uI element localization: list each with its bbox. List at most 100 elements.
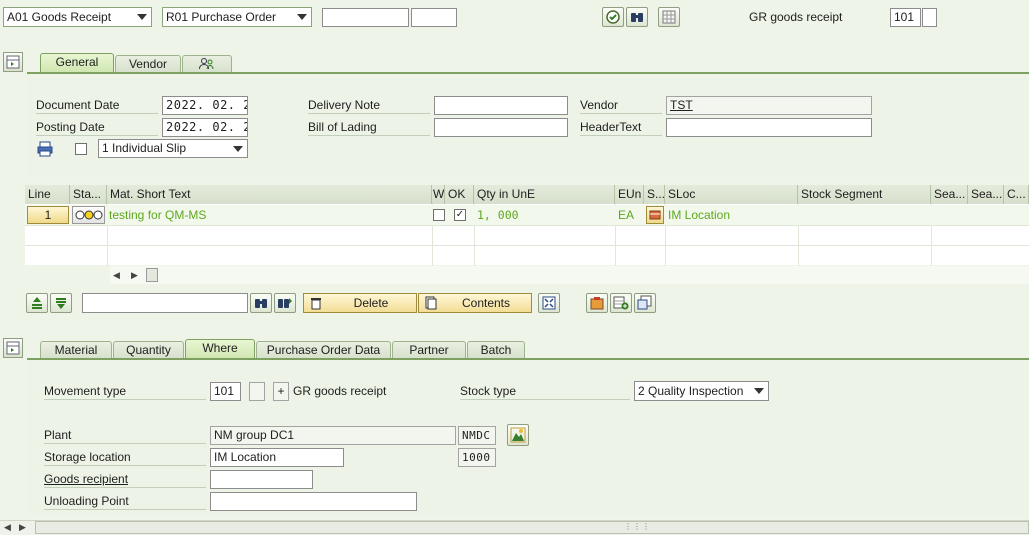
contents-button-label: Contents <box>461 296 511 310</box>
tab-where[interactable]: Where <box>185 339 255 359</box>
select-all-icon <box>32 297 42 309</box>
stock-overview-button[interactable] <box>646 206 664 224</box>
movement-type-label: Movement type <box>44 383 206 400</box>
scroll-left-icon[interactable]: ◀ <box>4 522 11 533</box>
collapse-header-button[interactable] <box>3 52 23 72</box>
column-header-c[interactable]: C... <box>1004 185 1029 204</box>
tab-batch[interactable]: Batch <box>467 341 525 359</box>
action-select[interactable]: A01 Goods Receipt <box>3 7 152 27</box>
movement-code-field[interactable]: 101 <box>890 8 921 27</box>
stock-button[interactable] <box>586 293 608 313</box>
column-header-sloc[interactable]: SLoc <box>665 185 798 204</box>
storage-location-field[interactable]: IM Location <box>210 448 344 467</box>
expand-button[interactable] <box>538 293 560 313</box>
find-button[interactable] <box>626 7 648 27</box>
deselect-all-button[interactable] <box>50 293 72 313</box>
line-number-button[interactable]: 1 <box>27 206 69 224</box>
document-date-field[interactable]: 2022. 02. 26 <box>162 96 248 115</box>
header-text-field[interactable] <box>666 118 872 137</box>
print-checkbox[interactable] <box>75 143 87 155</box>
vendor-field[interactable]: TST <box>666 96 872 115</box>
grid-horizontal-scrollbar[interactable] <box>110 266 1029 284</box>
reference-select[interactable]: R01 Purchase Order <box>162 7 312 27</box>
posting-date-label: Posting Date <box>36 119 158 136</box>
tab-general[interactable]: General <box>40 53 114 73</box>
add-row-icon <box>613 296 629 310</box>
page-scroll-thumb[interactable] <box>35 521 1029 534</box>
delete-button[interactable]: Delete <box>303 293 417 313</box>
expand-icon <box>542 296 556 310</box>
column-header-w[interactable]: W <box>432 185 445 204</box>
copy-row-button[interactable] <box>634 293 656 313</box>
scroll-right-icon[interactable]: ▶ <box>19 522 26 533</box>
status-button[interactable] <box>72 206 105 224</box>
tab-purchase-order-data[interactable]: Purchase Order Data <box>256 341 391 359</box>
grid-row-divider <box>25 225 1029 226</box>
grid-find-button[interactable] <box>250 293 272 313</box>
posting-date-field[interactable]: 2022. 02. 26 <box>162 118 248 137</box>
document-year-field[interactable] <box>411 8 457 27</box>
plant-icon <box>510 427 526 443</box>
grid-find-next-button[interactable] <box>274 293 296 313</box>
goods-recipient-field[interactable] <box>210 470 313 489</box>
deselect-all-icon <box>56 298 66 309</box>
header-text-label: HeaderText <box>580 119 662 136</box>
plant-code-field: NMDC <box>458 426 496 445</box>
tab-vendor[interactable]: Vendor <box>115 55 181 73</box>
column-header-ok[interactable]: OK <box>445 185 474 204</box>
plant-details-button[interactable] <box>507 424 529 446</box>
print-button[interactable] <box>36 140 54 161</box>
slip-select[interactable]: 1 Individual Slip <box>98 139 248 158</box>
binoculars-icon <box>255 299 267 308</box>
scroll-right-icon[interactable]: ▶ <box>131 270 138 281</box>
column-header-line[interactable]: Line <box>25 185 70 204</box>
grid-search-input[interactable] <box>82 293 248 313</box>
execute-button[interactable] <box>602 7 624 27</box>
column-header-qty[interactable]: Qty in UnE <box>474 185 615 204</box>
unloading-point-field[interactable] <box>210 492 417 511</box>
chevron-down-icon <box>137 14 147 20</box>
ok-checkbox[interactable]: ✓ <box>454 209 466 221</box>
column-header-sea-2[interactable]: Sea... <box>968 185 1004 204</box>
column-header-status[interactable]: Sta... <box>70 185 107 204</box>
tab-contact-person[interactable] <box>182 55 232 73</box>
stock-type-value: 2 Quality Inspection <box>638 384 744 398</box>
movement-type-field[interactable]: 101 <box>210 382 241 401</box>
column-header-sea-1[interactable]: Sea... <box>931 185 968 204</box>
plant-name-field: NM group DC1 <box>210 426 456 445</box>
select-all-button[interactable] <box>26 293 48 313</box>
document-icon <box>425 296 437 310</box>
storage-location-label: Storage location <box>44 449 206 466</box>
delete-button-label: Delete <box>353 296 389 310</box>
delivery-note-field[interactable] <box>434 96 568 115</box>
movement-extra-field[interactable] <box>922 8 937 27</box>
column-header-stock-segment[interactable]: Stock Segment <box>798 185 931 204</box>
scroll-left-icon[interactable]: ◀ <box>113 270 120 281</box>
gr-label: GR goods receipt <box>749 10 843 24</box>
grid-row-divider <box>25 245 1029 246</box>
qty-cell: 1, 000 <box>477 208 519 222</box>
tab-quantity[interactable]: Quantity <box>113 341 184 359</box>
tab-partner[interactable]: Partner <box>392 341 466 359</box>
tab-material[interactable]: Material <box>40 341 112 359</box>
unloading-point-label: Unloading Point <box>44 493 206 510</box>
layout-button[interactable] <box>658 7 680 27</box>
document-number-field[interactable] <box>322 8 409 27</box>
action-select-value: A01 Goods Receipt <box>7 10 112 24</box>
execute-icon <box>606 10 620 24</box>
copy-row-icon <box>637 295 652 310</box>
stock-type-select[interactable]: 2 Quality Inspection <box>634 381 769 401</box>
add-row-button[interactable] <box>610 293 632 313</box>
collapse-detail-button[interactable] <box>3 338 23 358</box>
column-header-eun[interactable]: EUn <box>615 185 644 204</box>
find-next-icon <box>278 298 292 308</box>
eun-cell: EA <box>618 208 635 222</box>
w-checkbox[interactable] <box>433 209 445 221</box>
bill-of-lading-field[interactable] <box>434 118 568 137</box>
printer-icon <box>37 141 53 157</box>
scroll-thumb[interactable] <box>146 268 158 282</box>
contents-button[interactable]: Contents <box>418 293 532 313</box>
panel-toggle-icon <box>6 341 20 355</box>
column-header-s[interactable]: S... <box>644 185 665 204</box>
column-header-mat-short-text[interactable]: Mat. Short Text <box>107 185 432 204</box>
